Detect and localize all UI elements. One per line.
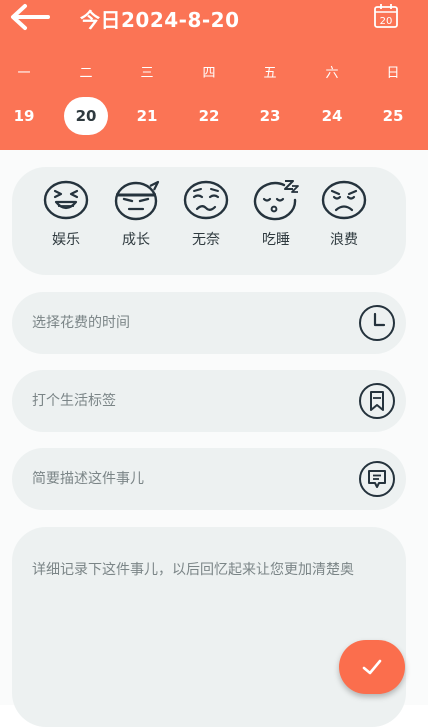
mood-label: 成长 <box>122 232 150 248</box>
ninja-face-icon <box>114 180 160 221</box>
weekday-row: 一 二 三 四 五 六 日 <box>0 62 428 81</box>
arrow-left-icon <box>11 4 50 30</box>
tag-field[interactable]: 打个生活标签 <box>12 370 406 432</box>
mood-eat-sleep[interactable]: 吃睡 <box>246 178 306 249</box>
date-21[interactable]: 21 <box>125 97 169 135</box>
calendar-icon: 20 <box>374 4 398 28</box>
weekday-label: 五 <box>263 66 277 81</box>
date-24[interactable]: 24 <box>310 97 354 135</box>
page-title: 今日2024-8-20 <box>80 8 240 32</box>
weekday-label: 四 <box>202 66 216 81</box>
angry-face-icon <box>321 180 367 220</box>
mood-helpless[interactable]: 无奈 <box>176 178 236 249</box>
mood-entertainment[interactable]: 娱乐 <box>36 178 96 249</box>
summary-field[interactable]: 简要描述这件事儿 <box>12 448 406 510</box>
summary-placeholder: 简要描述这件事儿 <box>32 471 144 487</box>
date-23[interactable]: 23 <box>248 97 292 135</box>
clock-icon[interactable] <box>358 304 396 342</box>
date-19[interactable]: 19 <box>2 97 46 135</box>
time-field[interactable]: 选择花费的时间 <box>12 292 406 354</box>
mood-label: 浪费 <box>330 232 358 248</box>
mood-label: 娱乐 <box>52 232 80 248</box>
details-placeholder: 详细记录下这件事儿，以后回忆起来让您更加清楚奥 <box>32 562 354 578</box>
mood-label: 吃睡 <box>262 232 290 248</box>
date-row: 19 20 21 22 23 24 25 <box>0 97 428 135</box>
weekday-label: 日 <box>386 66 400 81</box>
date-25[interactable]: 25 <box>371 97 415 135</box>
weekday-label: 三 <box>140 66 154 81</box>
weekday-label: 二 <box>79 66 93 81</box>
submit-button[interactable] <box>339 640 405 694</box>
message-icon[interactable] <box>358 460 396 498</box>
date-20-selected[interactable]: 20 <box>64 97 108 135</box>
weekday-label: 一 <box>17 66 31 81</box>
mood-growth[interactable]: 成长 <box>106 178 166 249</box>
checkmark-icon <box>362 659 382 675</box>
tag-placeholder: 打个生活标签 <box>32 393 116 409</box>
weekday-label: 六 <box>325 66 339 81</box>
back-button[interactable] <box>6 2 52 32</box>
bookmark-icon[interactable] <box>358 382 396 420</box>
date-22[interactable]: 22 <box>187 97 231 135</box>
sleeping-face-icon <box>253 180 299 221</box>
calendar-button[interactable]: 20 <box>373 3 399 29</box>
mood-waste[interactable]: 浪费 <box>314 178 374 249</box>
laughing-face-icon <box>43 180 89 220</box>
calendar-day-number: 20 <box>380 16 393 27</box>
header-bar: 今日2024-8-20 20 一 二 三 四 五 六 日 19 20 21 22… <box>0 0 428 150</box>
helpless-face-icon <box>183 180 229 220</box>
details-textarea[interactable]: 详细记录下这件事儿，以后回忆起来让您更加清楚奥 <box>12 527 406 727</box>
time-placeholder: 选择花费的时间 <box>32 315 130 331</box>
mood-label: 无奈 <box>192 232 220 248</box>
